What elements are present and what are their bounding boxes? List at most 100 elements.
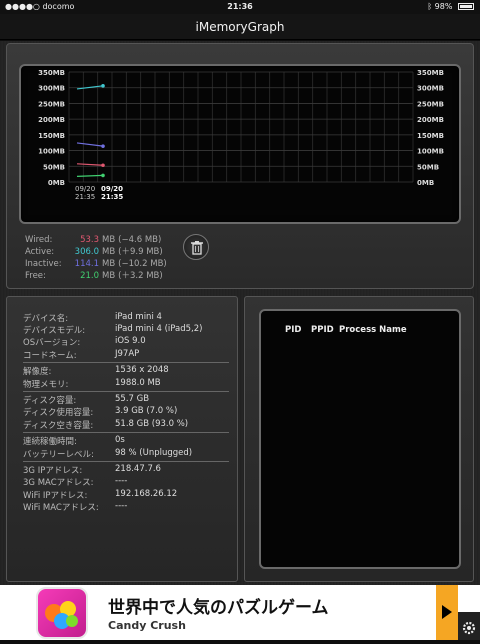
y-tick-label-right: 300MB: [417, 85, 444, 93]
y-tick-label-left: 150MB: [38, 132, 65, 140]
info-row: ディスク容量: 55.7 GB: [23, 394, 233, 407]
info-key: WiFi MACアドレス:: [23, 502, 99, 513]
gear-icon: [462, 621, 476, 635]
settings-button[interactable]: [458, 612, 480, 640]
memory-delta: (＋3.2 MB): [118, 271, 163, 281]
info-row: コードネーム: J97AP: [23, 348, 233, 361]
info-value: ----: [115, 500, 128, 511]
info-value: J97AP: [115, 348, 140, 359]
info-separator: [23, 431, 229, 433]
info-row: バッテリーレベル: 98 % (Unplugged): [23, 447, 233, 460]
process-panel: PID PPID Process Name: [244, 296, 474, 582]
info-row: WiFi MACアドレス: ----: [23, 500, 233, 513]
y-tick-label-right: 350MB: [417, 69, 444, 77]
graph-frame: 350MB 350MB 300MB 300MB 250MB 250MB 200MB 200MB…: [19, 64, 461, 224]
info-row: デバイス名: iPad mini 4: [23, 312, 233, 324]
info-value: 0s: [115, 435, 125, 446]
purge-memory-button[interactable]: [183, 234, 209, 260]
info-key: デバイス名:: [23, 314, 69, 324]
x-tick-time-label: 21:35: [75, 193, 95, 201]
info-icon[interactable]: ⓘ: [446, 584, 455, 597]
x-tick-time-label: 21:35: [101, 193, 123, 201]
pid-column-header: PID: [285, 325, 302, 335]
memory-row: Inactive: 114.1 MB (−10.2 MB): [25, 258, 167, 270]
info-key: デバイスモデル:: [23, 326, 86, 337]
y-tick-label-right: 250MB: [417, 100, 444, 108]
process-list[interactable]: PID PPID Process Name: [259, 309, 461, 569]
ppid-column-header: PPID: [311, 325, 334, 335]
battery-percent: 98%: [434, 2, 453, 11]
info-value: 51.8 GB (93.0 %): [115, 418, 189, 429]
device-info-panel: デバイス名: iPad mini 4 デバイスモデル: iPad mini 4 (iP…: [6, 296, 238, 582]
info-value: 218.47.7.6: [115, 464, 161, 475]
info-separator: [23, 361, 229, 363]
process-name-column-header: Process Name: [339, 325, 407, 335]
info-key: バッテリーレベル:: [23, 449, 94, 460]
info-key: 解像度:: [23, 367, 52, 378]
memory-delta: (−4.6 MB): [118, 235, 162, 245]
y-tick-label-left: 50MB: [43, 163, 65, 171]
info-value: iPad mini 4: [115, 312, 162, 322]
info-value: 55.7 GB: [115, 394, 150, 405]
bluetooth-icon: ᛒ: [427, 2, 433, 11]
memory-row: Free: 21.0 MB (＋3.2 MB): [25, 270, 167, 282]
memory-legend: Wired: 53.3 MB (−4.6 MB) Active: 306.0 MB (＋9.9…: [25, 234, 167, 282]
info-key: OSバージョン:: [23, 338, 81, 349]
y-tick-label-left: 0MB: [48, 179, 65, 187]
info-row: デバイスモデル: iPad mini 4 (iPad5,2): [23, 324, 233, 337]
app-title: iMemoryGraph: [195, 20, 285, 34]
ad-title: 世界中で人気のパズルゲーム: [108, 598, 329, 618]
y-tick-label-left: 100MB: [38, 148, 65, 156]
memory-value: 21.0: [80, 271, 99, 281]
battery-status: ᛒ 98%: [427, 2, 474, 11]
memory-row: Wired: 53.3 MB (−4.6 MB): [25, 234, 167, 246]
info-row: ディスク空き容量: 51.8 GB (93.0 %): [23, 418, 233, 431]
y-tick-label-right: 0MB: [417, 179, 434, 187]
info-row: WiFi IPアドレス: 192.168.26.12: [23, 489, 233, 501]
memory-row: Active: 306.0 MB (＋9.9 MB): [25, 246, 167, 258]
info-value: ----: [115, 476, 128, 487]
info-value: iOS 9.0: [115, 336, 146, 347]
info-value: iPad mini 4 (iPad5,2): [115, 324, 203, 335]
y-tick-label-left: 200MB: [38, 116, 65, 124]
info-row: 解像度: 1536 x 2048: [23, 365, 233, 378]
info-row: 3G IPアドレス: 218.47.7.6: [23, 464, 233, 476]
info-value: 1536 x 2048: [115, 365, 169, 376]
series-line: [76, 163, 104, 166]
memory-delta: (−10.2 MB): [118, 259, 167, 269]
y-tick-label-right: 150MB: [417, 132, 444, 140]
battery-icon: [458, 3, 474, 10]
info-separator: [23, 460, 229, 462]
info-key: 3G MACアドレス:: [23, 478, 94, 489]
y-tick-label-left: 300MB: [38, 85, 65, 93]
y-tick-label-right: 200MB: [417, 116, 444, 124]
series-point: [101, 84, 105, 88]
info-key: ディスク使用容量:: [23, 408, 94, 419]
series-point: [101, 173, 105, 178]
x-tick-date-label: 09/20: [75, 185, 95, 193]
status-time: 21:36: [227, 2, 253, 11]
y-tick-label-left: 250MB: [38, 100, 65, 108]
memory-label: Inactive:: [25, 259, 62, 269]
memory-unit: MB: [102, 247, 116, 257]
info-value: 1988.0 MB: [115, 377, 161, 388]
memory-label: Active:: [25, 247, 55, 257]
info-key: ディスク空き容量:: [23, 420, 94, 431]
series-point: [101, 144, 105, 148]
info-row: 3G MACアドレス: ----: [23, 476, 233, 489]
series-point: [101, 163, 105, 168]
info-row: 物理メモリ: 1988.0 MB: [23, 377, 233, 390]
ad-subtitle: Candy Crush: [108, 619, 186, 632]
y-tick-label-right: 100MB: [417, 148, 444, 156]
info-value: 3.9 GB (7.0 %): [115, 406, 178, 417]
info-row: 連続稼働時間: 0s: [23, 435, 233, 447]
info-key: ディスク容量:: [23, 396, 77, 407]
info-value: 98 % (Unplugged): [115, 447, 193, 458]
series-line: [76, 174, 104, 178]
ad-banner[interactable]: 世界中で人気のパズルゲーム Candy Crush ⓘ: [0, 585, 480, 640]
memory-value: 306.0: [74, 247, 99, 257]
memory-value: 114.1: [74, 259, 99, 269]
info-row: ディスク使用容量: 3.9 GB (7.0 %): [23, 406, 233, 419]
memory-unit: MB: [102, 271, 116, 281]
memory-chart: 350MB 350MB 300MB 300MB 250MB 250MB 200MB 200MB…: [38, 69, 444, 201]
